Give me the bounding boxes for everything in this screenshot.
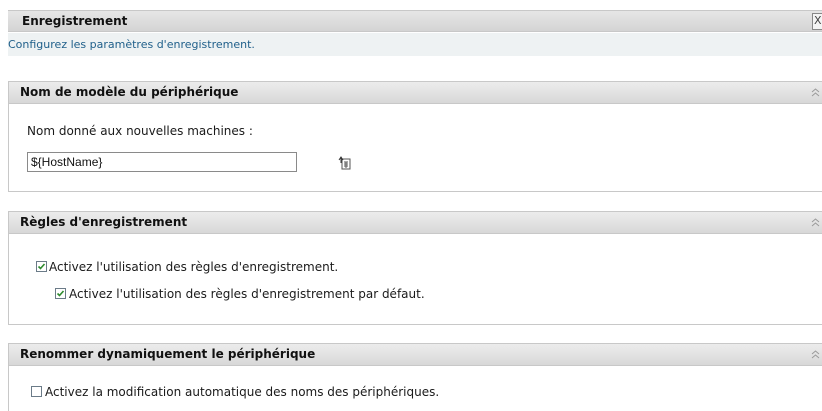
dynamic-rename-panel-title: Renommer dynamiquement le périphérique	[20, 347, 316, 361]
page-description: Configurez les paramètres d'enregistreme…	[8, 38, 255, 51]
enable-rules-checkbox[interactable]	[36, 261, 47, 272]
dynamic-rename-panel-header: Renommer dynamiquement le périphérique	[9, 344, 822, 366]
page-description-bar: Configurez les paramètres d'enregistreme…	[8, 33, 822, 56]
checkmark-icon	[37, 263, 46, 270]
enable-rules-label: Activez l'utilisation des règles d'enreg…	[49, 260, 339, 274]
enable-default-rules-checkbox[interactable]	[55, 288, 66, 299]
dynamic-rename-panel: Renommer dynamiquement le périphérique	[8, 343, 822, 411]
collapse-icon[interactable]	[811, 217, 820, 228]
page-title: Enregistrement	[22, 14, 128, 28]
collapse-icon[interactable]	[811, 87, 820, 98]
registration-rules-panel-header: Règles d'enregistrement	[9, 212, 822, 234]
device-name-template-panel-title: Nom de modèle du périphérique	[20, 85, 239, 99]
auto-rename-checkbox[interactable]	[31, 386, 42, 397]
device-name-input[interactable]	[27, 152, 297, 172]
device-name-template-panel-header: Nom de modèle du périphérique	[9, 82, 822, 104]
registration-rules-panel-title: Règles d'enregistrement	[20, 215, 188, 229]
collapse-icon[interactable]	[811, 349, 820, 360]
close-button[interactable]: X	[812, 13, 822, 30]
page-header: Enregistrement X	[8, 10, 822, 32]
enable-default-rules-label: Activez l'utilisation des règles d'enreg…	[69, 287, 425, 301]
auto-rename-label: Activez la modification automatique des …	[45, 385, 440, 399]
checkmark-icon	[56, 290, 65, 297]
browse-variable-icon[interactable]	[338, 156, 351, 170]
device-name-field-label: Nom donné aux nouvelles machines :	[27, 124, 253, 138]
